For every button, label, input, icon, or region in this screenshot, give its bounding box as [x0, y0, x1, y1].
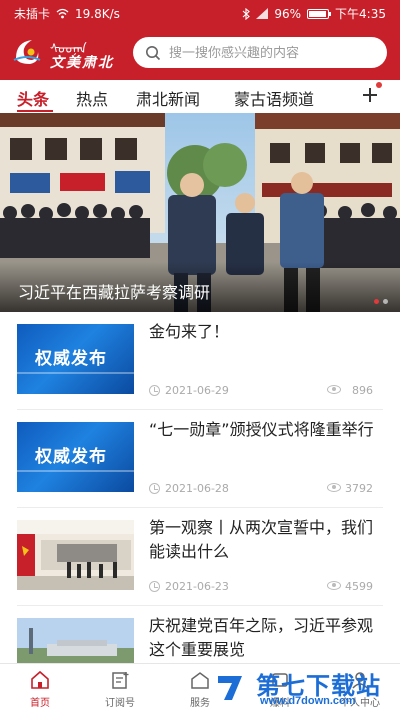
list-item[interactable]: 权威发布 “七一勋章”颁授仪式将隆重举行 2021-06-28 3792: [17, 410, 383, 508]
eye-icon: [327, 385, 341, 394]
thumbnail-text: 权威发布: [35, 349, 107, 368]
watermark-url: www.d7down.com: [260, 695, 356, 707]
carrier-text: 未插卡: [14, 7, 51, 21]
news-date: 2021-06-23: [165, 580, 229, 593]
search-box[interactable]: [133, 37, 387, 68]
pagination-dot: [383, 299, 388, 304]
nav-home[interactable]: 首页: [8, 668, 72, 710]
banner-pagination: [374, 299, 388, 304]
news-thumbnail: 权威发布: [17, 422, 134, 492]
clock-icon: [149, 385, 160, 396]
news-meta: 2021-06-29 896: [149, 384, 381, 398]
news-title: 第一观察丨从两次宣誓中，我们能读出什么: [149, 518, 374, 561]
news-date: 2021-06-28: [165, 482, 229, 495]
pagination-dot-active: [374, 299, 379, 304]
news-title: “七一勋章”颁授仪式将隆重举行: [149, 420, 374, 439]
banner-caption: 习近平在西藏拉萨考察调研: [18, 283, 211, 302]
search-input[interactable]: [169, 45, 369, 60]
clock-time: 下午4:35: [335, 7, 386, 21]
tab-headlines[interactable]: 头条: [17, 86, 49, 110]
watermark-logo-icon: [212, 668, 250, 706]
news-thumbnail: 权威发布: [17, 324, 134, 394]
add-channel-button[interactable]: [358, 82, 384, 108]
signal-icon: [256, 8, 269, 19]
status-left: 未插卡 19.8K/s: [14, 5, 120, 22]
eye-icon: [327, 483, 341, 492]
site-watermark: 第七下载站 www.d7down.com: [206, 664, 400, 711]
headline-banner[interactable]: 习近平在西藏拉萨考察调研: [0, 113, 400, 312]
search-icon: [146, 45, 161, 60]
network-speed: 19.8K/s: [75, 6, 120, 21]
channel-tabs: 头条 热点 肃北新闻 蒙古语频道: [0, 80, 400, 113]
list-item[interactable]: 第一观察丨从两次宣誓中，我们能读出什么 2021-06-23 4599: [17, 508, 383, 606]
thumbnail-text: 权威发布: [35, 447, 107, 466]
app-header: ᠰᠤᠤᠨᠠᠨ 文美肃北: [0, 24, 400, 80]
news-date: 2021-06-29: [165, 384, 229, 397]
status-bar: 未插卡 19.8K/s 96% 下午4:35: [0, 0, 400, 24]
clock-icon: [149, 581, 160, 592]
news-title: 金句来了！: [149, 322, 230, 341]
logo-mark-icon: [13, 40, 41, 64]
news-views: 3792: [345, 482, 373, 495]
news-views: 4599: [345, 580, 373, 593]
logo-text: 文美肃北: [50, 55, 114, 71]
nav-label: 订阅号: [105, 698, 135, 709]
app-logo[interactable]: ᠰᠤᠤᠨᠠᠨ 文美肃北: [10, 32, 122, 72]
status-right: 96% 下午4:35: [242, 5, 386, 22]
news-views: 896: [352, 384, 373, 397]
subscribe-icon: [112, 672, 129, 689]
battery-percent: 96%: [274, 6, 302, 21]
active-tab-indicator: [17, 110, 53, 112]
news-title: 庆祝建党百年之际，习近平参观这个重要展览: [149, 616, 374, 659]
tab-subei-news[interactable]: 肃北新闻: [136, 86, 200, 110]
tab-mongolian-channel[interactable]: 蒙古语频道: [234, 86, 314, 110]
nav-subscribe[interactable]: 订阅号: [88, 668, 152, 710]
nav-label: 首页: [30, 698, 50, 709]
news-meta: 2021-06-28 3792: [149, 482, 381, 496]
home-icon: [31, 670, 49, 689]
list-item[interactable]: 权威发布 金句来了！ 2021-06-29 896: [17, 312, 383, 410]
news-thumbnail: [17, 520, 134, 590]
notification-dot: [376, 82, 382, 88]
battery-icon: [307, 8, 332, 19]
eye-icon: [327, 581, 341, 590]
tab-hot[interactable]: 热点: [76, 86, 108, 110]
wifi-icon: [56, 8, 69, 19]
bluetooth-icon: [243, 7, 251, 20]
clock-icon: [149, 483, 160, 494]
news-meta: 2021-06-23 4599: [149, 580, 381, 594]
